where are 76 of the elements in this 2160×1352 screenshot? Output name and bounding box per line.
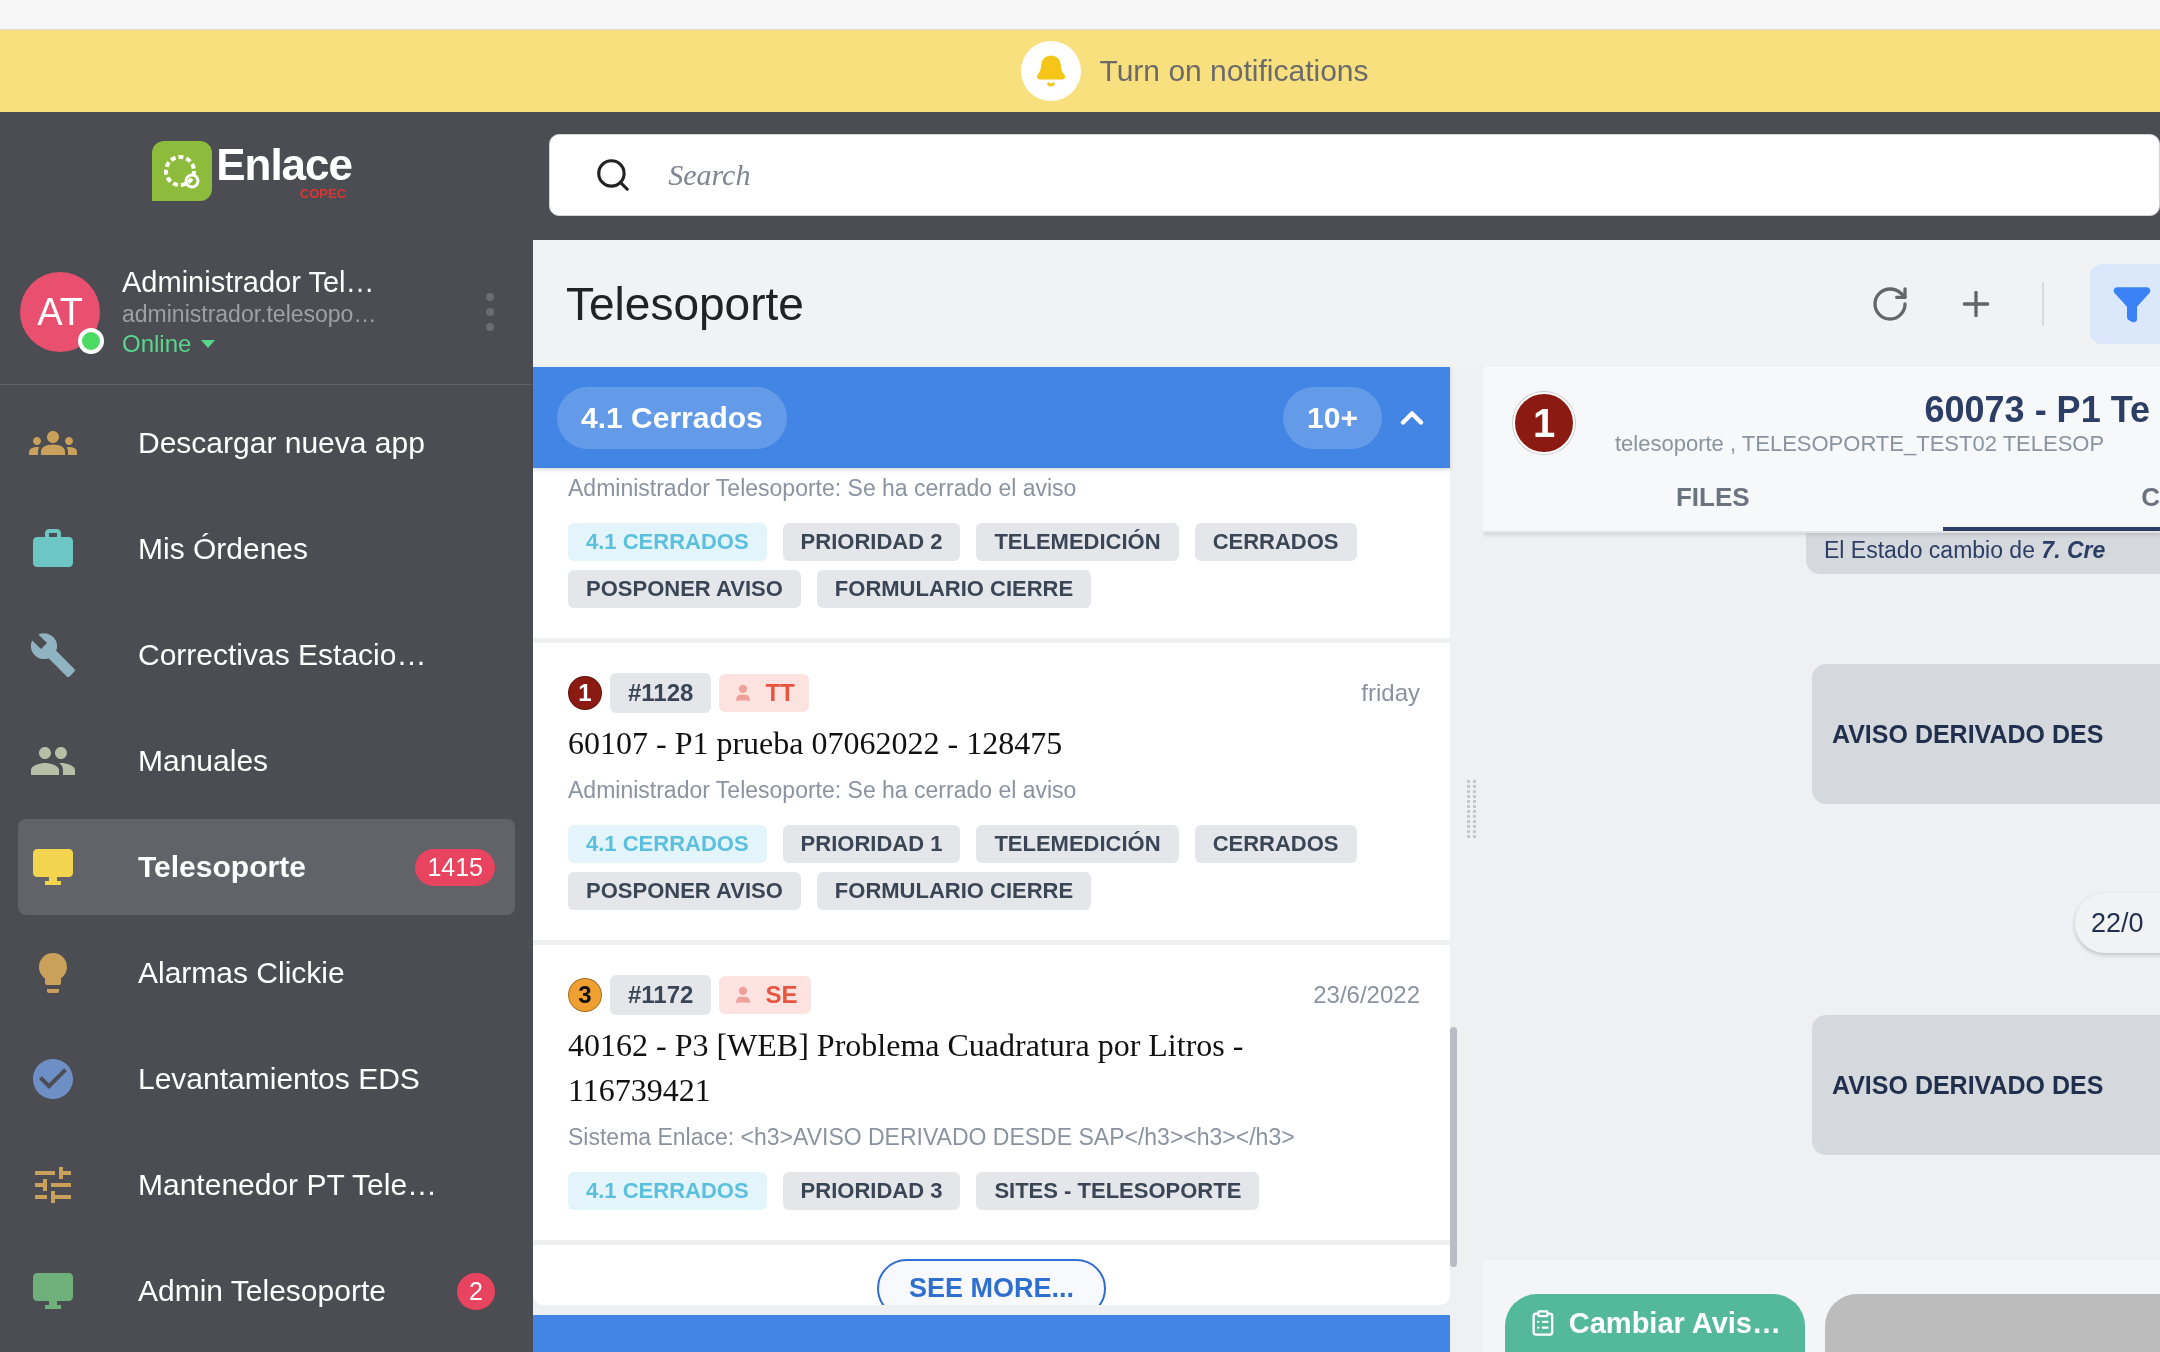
tag: SITES - TELESOPORTE [976,1172,1260,1211]
sidebar-item[interactable]: Admin Telesoporte 2 [18,1243,515,1339]
ticket-title: 40162 - P3 [WEB] Problema Cuadratura por Litros - 116739421 [568,1026,1245,1111]
see-more-button[interactable]: SEE MORE... [876,1259,1106,1305]
caret-icon [201,340,216,348]
ticket-preview: Administrador Telesoporte: Se ha cerrado el aviso [568,776,1078,806]
group-title: 4.1 Cerrados [557,386,787,449]
tag: TELEMEDICIÓN [976,825,1179,864]
tag: CERRADOS [1194,825,1357,864]
tag: FORMULARIO CIERRE [816,872,1092,911]
ticket-number: #1128 [610,673,712,714]
more-icon[interactable] [485,293,495,331]
sidebar-label: Levantamientos EDS [138,1062,421,1096]
ticket-date: friday [1361,679,1420,708]
ticket-preview: Sistema Enlace: <h3>AVISO DERIVADO DESDE SAP</h3><h3></h3> [568,1123,1296,1153]
priority-badge: 1 [1513,392,1575,454]
tag: CERRADOS [1194,523,1357,562]
message-bubble: AVISO DERIVADO DES [1812,664,2160,804]
user-email: administrador.telesopo… [122,301,378,328]
sidebar-label: Mantenedor PT Tele… [138,1168,439,1202]
scrollbar[interactable] [1450,1027,1457,1267]
assignee-chip: TT [719,674,809,713]
action-button[interactable] [1825,1294,2160,1352]
tag: POSPONER AVISO [568,872,801,911]
sidebar-item[interactable]: Descargar nueva app [18,395,515,491]
count-badge: 1415 [415,848,495,886]
user-name: Administrador Tel… [122,266,376,299]
sidebar-label: Alarmas Clickie [138,956,346,990]
sidebar-item[interactable]: Telesoporte 1415 [18,819,515,915]
sidebar-label: Mis Órdenes [138,532,310,566]
priority-badge: 3 [568,978,602,1013]
tag: 4.1 CERRADOS [568,825,767,864]
notification-text[interactable]: Turn on notifications [1099,54,1369,88]
group-header[interactable] [533,1315,1450,1352]
group-count: 10+ [1283,386,1382,449]
page-title: Telesoporte [566,276,805,331]
sidebar-item[interactable]: Levantamientos EDS [18,1031,515,1127]
ticket-preview: Administrador Telesoporte: Se ha cerrado el aviso [568,474,1078,503]
assignee-chip: SE [719,976,812,1015]
count-badge: 2 [457,1272,495,1310]
ticket-number: #1172 [610,975,712,1016]
ticket-title: 60073 - P1 Te [1924,389,2150,431]
tag: 4.1 CERRADOS [568,523,767,562]
tag: PRIORIDAD 1 [782,825,961,864]
priority-badge: 1 [568,676,602,711]
tag: PRIORIDAD 2 [782,523,961,562]
resize-handle[interactable] [1466,779,1477,840]
sidebar-item[interactable]: Mis Órdenes [18,501,515,597]
filter-button[interactable] [2090,263,2160,344]
tag: TELEMEDICIÓN [976,523,1179,562]
sidebar-label: Admin Telesoporte [138,1274,387,1308]
tab[interactable]: FILES [1483,467,1943,531]
message-bubble: AVISO DERIVADO DES [1812,1015,2160,1155]
tag: FORMULARIO CIERRE [816,570,1092,609]
wrench-icon [29,631,77,679]
sidebar-item[interactable]: Correctivas Estacio… [18,607,515,703]
event-message: El Estado cambio de 7. Cre [1806,533,2160,574]
status-dropdown[interactable]: Online [122,330,216,358]
sidebar-label: Telesoporte [138,850,307,884]
logo-subtitle: COPEC [299,186,347,200]
date-chip: 22/0 [2075,893,2160,953]
sidebar-item[interactable]: Alarmas Clickie [18,925,515,1021]
tag: 4.1 CERRADOS [568,1172,767,1211]
sidebar-label: Descargar nueva app [138,426,426,460]
tag: POSPONER AVISO [568,570,801,609]
search-field[interactable]: Search [549,134,2160,216]
sidebar-label: Correctivas Estacio… [138,638,428,672]
ticket-participants: telesoporte , TELESOPORTE_TEST02 TELESOP [1615,431,2106,457]
ticket-title: 60107 - P1 prueba 07062022 - 128475 [568,724,1064,764]
tag: PRIORIDAD 3 [782,1172,961,1211]
sidebar-label: Manuales [138,744,270,778]
logo-icon [152,141,213,201]
sidebar-item[interactable]: Mantenedor PT Tele… [18,1137,515,1233]
sidebar-item[interactable]: Manuales [18,713,515,809]
ticket-date: 23/6/2022 [1313,981,1420,1010]
logo-name: Enlace [216,142,353,187]
